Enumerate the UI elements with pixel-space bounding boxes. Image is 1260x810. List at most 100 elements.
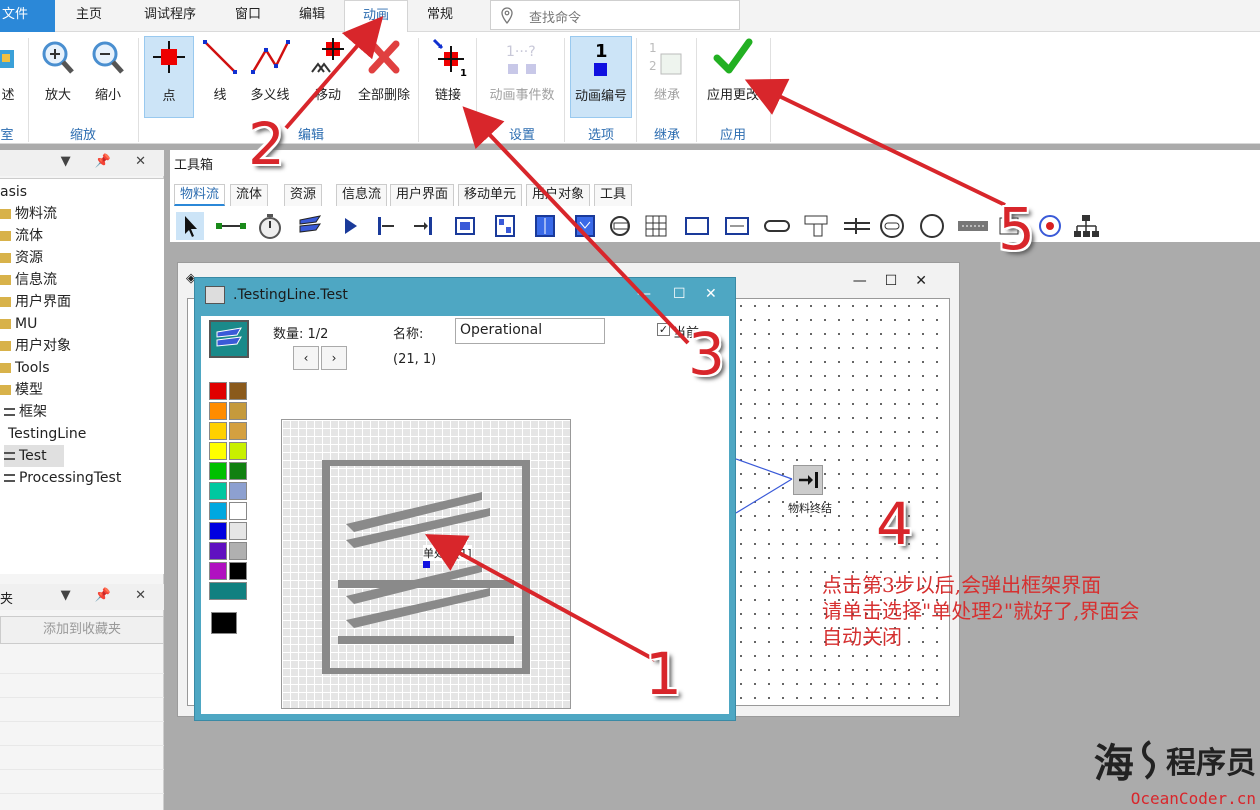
minimize-button[interactable]: — [637,286,651,302]
delete-all-button[interactable]: 全部删除 [354,36,414,103]
color-swatch[interactable] [209,422,227,440]
prev-point-button[interactable]: ‹ [293,346,319,370]
menu-file[interactable]: 文件 [0,0,55,32]
polyline-button[interactable]: 多义线 [246,36,294,103]
turnplate-icon[interactable] [878,212,906,240]
source-icon[interactable] [372,212,400,240]
apply-changes-button[interactable]: 应用更改 [702,36,764,103]
close-button[interactable]: ✕ [705,286,717,302]
tab-general[interactable]: 常规 [412,0,468,32]
color-swatch[interactable] [229,542,247,560]
color-swatch[interactable] [209,502,227,520]
zoom-out-button[interactable]: 缩小 [86,36,130,103]
buffer-icon[interactable] [680,212,714,240]
color-swatch[interactable] [209,402,227,420]
point-button[interactable]: 点 [144,36,194,118]
parallel-station-icon[interactable] [488,212,522,240]
color-swatch[interactable] [229,462,247,480]
drain-icon[interactable] [410,212,438,240]
pixel-grid-editor[interactable]: 单处理[1] [281,419,571,709]
color-swatch[interactable] [209,462,227,480]
color-swatch[interactable] [209,522,227,540]
tree-item[interactable]: Tools [0,357,50,379]
tree-item[interactable]: 用户对象 [0,335,71,357]
color-swatch[interactable] [209,382,227,400]
tree-item[interactable]: 用户界面 [0,291,71,313]
animation-point[interactable] [423,561,430,568]
color-swatch[interactable] [229,382,247,400]
line-conveyor-icon[interactable] [800,212,834,240]
tree-item[interactable]: 流体 [0,225,43,247]
inherit-button[interactable]: 12 继承 [642,36,692,103]
color-swatch[interactable] [229,562,247,580]
animation-event-count-button[interactable]: 1···? 动画事件数 [482,36,562,103]
color-swatch[interactable] [209,562,227,580]
layer-selector[interactable] [209,320,249,358]
tab-tools[interactable]: 工具 [594,184,633,206]
tree-item[interactable]: ProcessingTest [4,467,121,489]
turn-conveyor-icon[interactable] [918,212,946,240]
color-swatch[interactable] [229,402,247,420]
tree-item[interactable]: asis [0,181,27,203]
dismantle-station-icon[interactable] [568,212,602,240]
foreground-color[interactable] [211,612,237,634]
color-swatch[interactable] [209,442,227,460]
color-swatch[interactable] [229,482,247,500]
pointer-icon[interactable] [176,212,204,240]
command-search-input[interactable]: 查找命令 [490,0,740,30]
tree-item[interactable]: 资源 [0,247,43,269]
add-to-favorites-button[interactable]: 添加到收藏夹 [0,616,164,644]
play-triangle-icon[interactable] [336,212,364,240]
line-button[interactable]: 线 [198,36,242,103]
link-button[interactable]: 1 链接 [426,36,470,103]
track-icon[interactable] [840,212,874,240]
color-swatch[interactable] [229,442,247,460]
animation-number-button[interactable]: 1 动画编号 [570,36,632,118]
tab-edit[interactable]: 编辑 [284,0,340,32]
next-point-button[interactable]: › [321,346,347,370]
tab-home[interactable]: 主页 [60,0,118,32]
tab-information-flow[interactable]: 信息流 [336,184,388,206]
tab-debugger[interactable]: 调试程序 [128,0,212,32]
color-swatch[interactable] [229,522,247,540]
color-swatch[interactable] [209,582,247,600]
station-icon[interactable] [448,212,482,240]
color-swatch[interactable] [209,482,227,500]
transfer-station-icon[interactable] [956,212,990,240]
tree-item[interactable]: 信息流 [0,269,57,291]
tree-item[interactable]: MU [0,313,37,335]
name-input[interactable]: Operational [455,318,605,344]
tab-resources[interactable]: 资源 [284,184,323,206]
tree-item[interactable]: TestingLine [0,423,86,445]
store-icon[interactable] [642,212,670,240]
drain-node[interactable] [793,465,823,495]
tab-user-objects[interactable]: 用户对象 [526,184,591,206]
color-swatch[interactable] [229,502,247,520]
tab-animation[interactable]: 动画 [344,0,408,32]
robot-icon[interactable] [1036,212,1064,240]
tree-item[interactable]: 模型 [0,379,43,401]
tree-item[interactable]: 物料流 [0,203,57,225]
color-swatch[interactable] [229,422,247,440]
maximize-button[interactable]: ☐ [673,286,686,302]
current-checkbox[interactable]: ✓ [657,323,670,336]
frame-icon[interactable] [296,212,324,240]
zoom-in-button[interactable]: 放大 [36,36,80,103]
frame-window-controls[interactable]: —☐✕ [853,273,945,289]
tree-item-selected[interactable]: Test [4,445,64,467]
panel-header-buttons[interactable]: ▼ 📌 ✕ [61,154,156,169]
ribbon-button-partial[interactable]: 述 [0,36,16,103]
tab-window[interactable]: 窗口 [220,0,276,32]
tab-material-flow[interactable]: 物料流 [174,184,226,206]
turntable-icon[interactable] [606,212,634,240]
tab-mobile-units[interactable]: 移动单元 [458,184,523,206]
panel-header-buttons[interactable]: ▼ 📌 ✕ [61,588,156,603]
cycle-icon[interactable] [760,212,794,240]
tab-user-interface[interactable]: 用户界面 [390,184,455,206]
sorter-icon[interactable] [720,212,754,240]
tree-item[interactable]: 框架 [4,401,47,423]
stopwatch-icon[interactable] [256,212,284,240]
move-button[interactable]: 移动 [306,36,350,103]
tab-fluids[interactable]: 流体 [230,184,269,206]
assembly-station-icon[interactable] [528,212,562,240]
